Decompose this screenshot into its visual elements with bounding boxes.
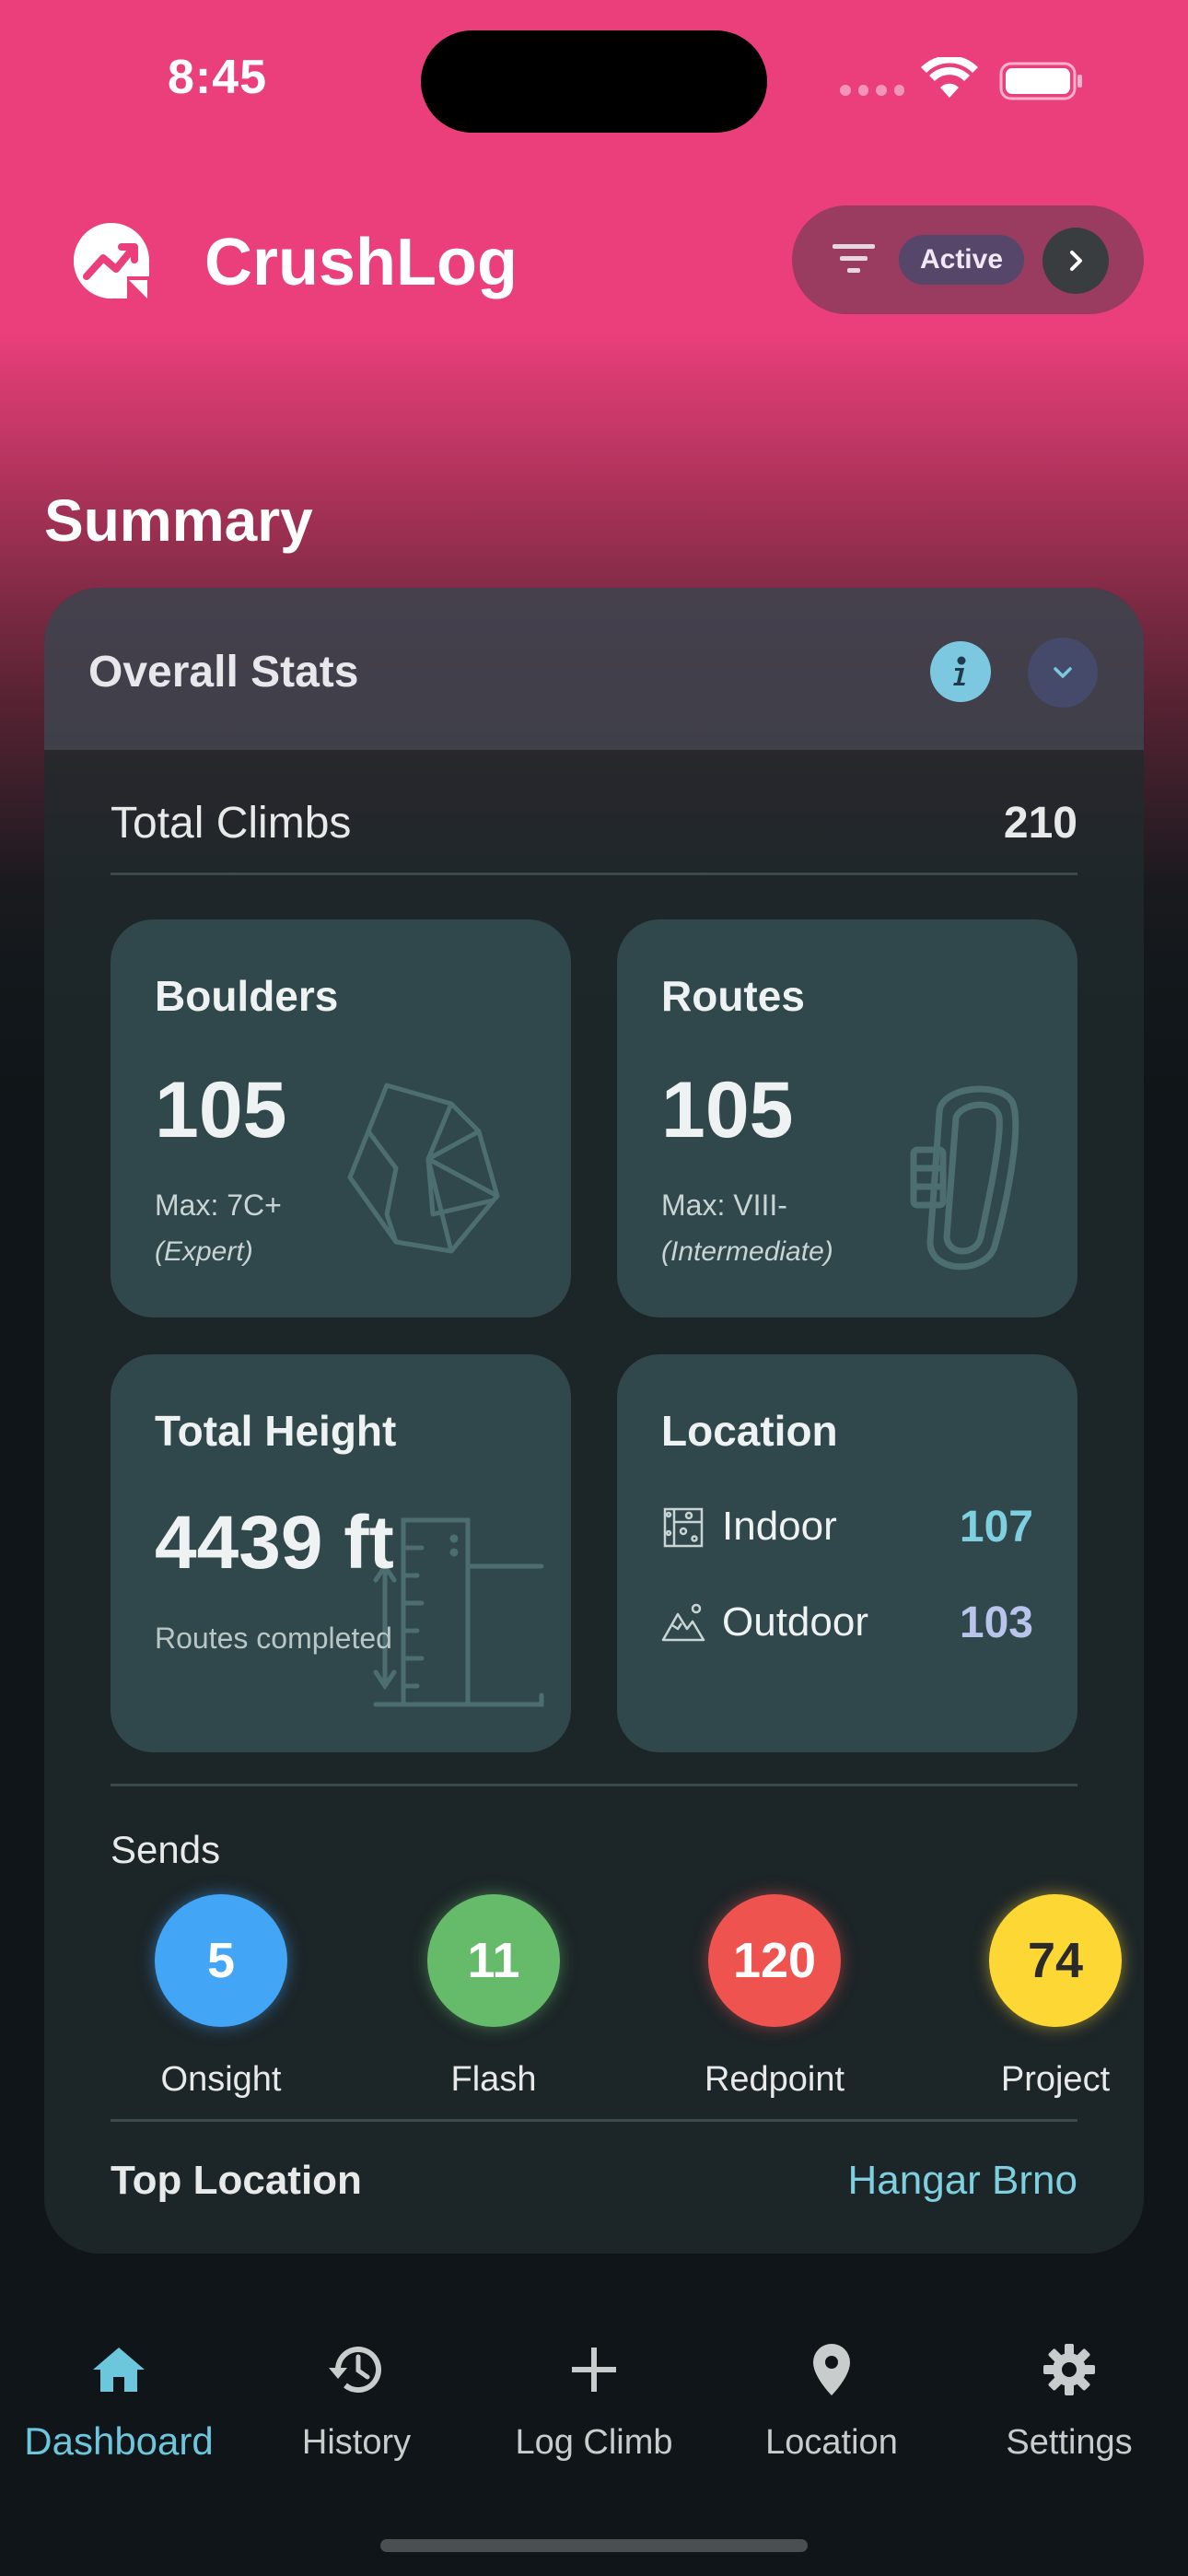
nav-dashboard-label: Dashboard [24,2419,214,2463]
app-logo-icon [74,223,151,300]
total-height-tile[interactable]: Total Height 4439 ft Routes completed [111,1354,571,1752]
redpoint-count-badge: 120 [708,1894,841,2027]
mountain-icon [661,1603,705,1642]
send-onsight[interactable]: 5 Onsight [120,1894,322,2099]
send-flash[interactable]: 11 Flash [392,1894,595,2099]
climbing-wall-icon [663,1507,704,1548]
nav-log-climb-label: Log Climb [515,2423,673,2462]
project-count-badge: 74 [989,1894,1122,2027]
total-climbs-value: 210 [1003,799,1077,848]
outdoor-count: 103 [959,1598,1033,1647]
routes-level: (Intermediate) [661,1236,833,1267]
overall-stats-card: Overall Stats Total Climbs 210 Boulders … [44,588,1144,2254]
nav-history-label: History [301,2423,412,2462]
boulders-count: 105 [155,1066,287,1154]
divider [111,1784,1077,1786]
dynamic-island [421,30,767,133]
status-bar: 8:45 [0,0,1188,157]
info-button[interactable] [930,641,991,702]
total-climbs-row: Total Climbs 210 [111,798,1077,875]
app-title: CrushLog [204,226,518,299]
nav-settings-label: Settings [1006,2423,1133,2462]
project-label: Project [1000,2060,1111,2099]
nav-dashboard[interactable]: Dashboard [13,2340,225,2478]
routes-title: Routes [661,972,805,1020]
card-title: Overall Stats [88,648,359,697]
card-header[interactable]: Overall Stats [44,588,1144,750]
plus-icon [572,2348,616,2392]
cellular-signal-icon [840,81,904,100]
onsight-count-badge: 5 [155,1894,287,2027]
status-time: 8:45 [168,51,268,104]
total-height-title: Total Height [155,1407,397,1455]
home-icon [93,2348,145,2392]
boulders-title: Boulders [155,972,339,1020]
indoor-label: Indoor [722,1504,837,1549]
home-indicator[interactable] [380,2539,808,2552]
boulder-icon [347,1083,500,1254]
total-height-value: 4439 ft [155,1501,394,1585]
filter-control[interactable]: Active [792,205,1144,314]
active-filter-chip[interactable]: Active [899,235,1024,285]
send-project[interactable]: 74 Project [954,1894,1144,2099]
filter-icon[interactable] [831,240,877,277]
wifi-icon [921,57,978,98]
outdoor-row: Outdoor 103 [661,1596,1033,1651]
filter-next-button[interactable] [1042,228,1109,294]
nav-location[interactable]: Location [726,2340,938,2478]
flash-label: Flash [450,2060,537,2099]
gear-icon [1043,2344,1095,2395]
nav-log-climb[interactable]: Log Climb [488,2340,700,2478]
history-icon [329,2347,381,2394]
battery-icon [999,62,1082,100]
height-ruler-icon [373,1517,544,1707]
routes-count: 105 [661,1066,794,1154]
boulders-level: (Expert) [155,1236,253,1267]
nav-settings[interactable]: Settings [963,2340,1175,2478]
top-location-label: Top Location [111,2158,362,2203]
indoor-count: 107 [959,1503,1033,1551]
nav-history[interactable]: History [250,2340,462,2478]
nav-location-label: Location [765,2423,898,2462]
total-height-subtitle: Routes completed [155,1622,392,1655]
onsight-label: Onsight [160,2060,282,2099]
sends-title: Sends [111,1828,221,1871]
boulders-max-grade: Max: 7C+ [155,1188,282,1222]
chevron-down-icon [1054,667,1072,678]
total-climbs-label: Total Climbs [111,799,352,848]
bottom-navigation: Dashboard History Log Climb Location Set… [0,2303,1188,2488]
location-pin-icon [813,2344,850,2395]
routes-tile[interactable]: Routes 105 Max: VIII- (Intermediate) [617,919,1077,1317]
top-location-link[interactable]: Hangar Brno [848,2158,1077,2204]
redpoint-label: Redpoint [704,2060,845,2099]
indoor-row: Indoor 107 [661,1500,1033,1555]
divider [111,2119,1077,2122]
section-title-summary: Summary [44,487,313,554]
outdoor-label: Outdoor [722,1599,868,1645]
carabiner-icon [910,1085,1019,1270]
info-icon [953,656,966,685]
location-title: Location [661,1407,838,1455]
send-redpoint[interactable]: 120 Redpoint [673,1894,876,2099]
flash-count-badge: 11 [427,1894,560,2027]
boulders-tile[interactable]: Boulders 105 Max: 7C+ (Expert) [111,919,571,1317]
chevron-right-icon [1070,251,1082,271]
routes-max-grade: Max: VIII- [661,1188,787,1222]
location-tile[interactable]: Location Indoor 107 Outdoor 103 [617,1354,1077,1752]
collapse-button[interactable] [1028,638,1098,708]
